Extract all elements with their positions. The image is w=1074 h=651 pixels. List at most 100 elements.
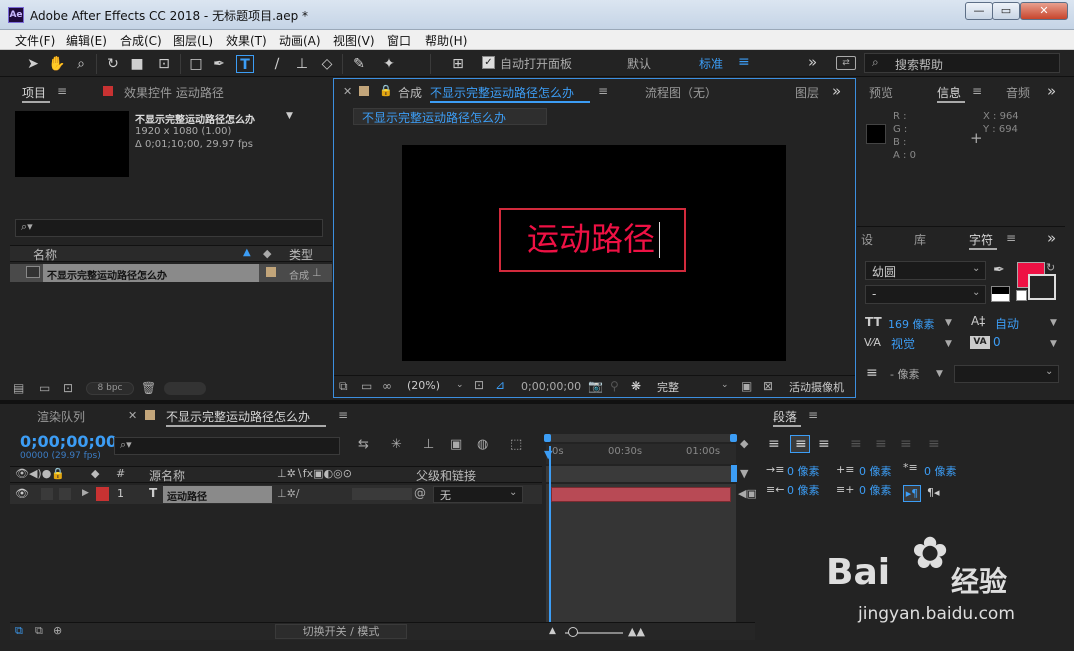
zoom-slider-thumb[interactable] bbox=[568, 627, 578, 637]
tab-character[interactable]: 字符 bbox=[969, 231, 993, 248]
current-time-indicator[interactable] bbox=[549, 446, 551, 639]
fast-preview-icon[interactable]: ▣ bbox=[741, 379, 752, 393]
stroke-width-value[interactable]: - 像素 bbox=[890, 366, 919, 382]
paragraph-panel-menu-icon[interactable]: ≡ bbox=[808, 408, 818, 422]
tracking-value[interactable]: 0 bbox=[993, 335, 1001, 349]
search-help-input[interactable] bbox=[864, 53, 1060, 73]
right-to-left-direction-icon[interactable]: ¶◂ bbox=[927, 486, 940, 499]
comp-tab-prefix[interactable]: 合成 bbox=[398, 84, 422, 101]
comp-tab-name[interactable]: 不显示完整运动路径怎么办 bbox=[430, 84, 574, 101]
project-scrollbar[interactable] bbox=[164, 382, 206, 395]
audio-toggle[interactable] bbox=[41, 488, 53, 500]
leading-value[interactable]: 自动 bbox=[995, 315, 1019, 332]
indent-left-value[interactable]: 0 像素 bbox=[787, 463, 820, 479]
selection-tool-icon[interactable]: ➤ bbox=[24, 55, 42, 73]
layer-duration-bar[interactable] bbox=[551, 487, 731, 502]
comp-dropdown-arrow-icon[interactable]: ▼ bbox=[286, 111, 293, 121]
monitor-icon[interactable]: ▭ bbox=[361, 379, 372, 393]
menu-edit[interactable]: 编辑(E) bbox=[66, 32, 107, 49]
pick-whip-icon[interactable]: @ bbox=[414, 486, 426, 500]
timeline-graph-area[interactable] bbox=[546, 484, 736, 639]
camera-tool-icon[interactable]: ■ bbox=[128, 55, 146, 73]
black-white-swatch[interactable] bbox=[991, 286, 1010, 302]
pan-behind-tool-icon[interactable]: ⊡ bbox=[155, 55, 173, 73]
character-more-tabs-icon[interactable]: » bbox=[1047, 229, 1056, 247]
resolution-dropdown-icon[interactable]: ⌄ bbox=[721, 380, 729, 390]
label-column-icon[interactable]: ◆ bbox=[263, 247, 271, 260]
transfer-controls-pane-icon[interactable]: ⧉ bbox=[35, 624, 43, 638]
menu-effect[interactable]: 效果(T) bbox=[226, 32, 267, 49]
pen-tool-icon[interactable]: ✒ bbox=[210, 55, 228, 73]
tab-info[interactable]: 信息 bbox=[937, 84, 961, 101]
rectangle-tool-icon[interactable]: □ bbox=[187, 55, 205, 73]
kerning-value[interactable]: 视觉 bbox=[891, 335, 915, 352]
graph-editor-icon[interactable]: ⬚ bbox=[510, 437, 522, 452]
navigator-start-handle[interactable] bbox=[544, 434, 551, 442]
space-before-value[interactable]: 0 像素 bbox=[859, 463, 892, 479]
close-comp-tab-icon[interactable]: ✕ bbox=[343, 85, 352, 98]
workspace-more-icon[interactable]: » bbox=[808, 53, 817, 71]
menu-layer[interactable]: 图层(L) bbox=[173, 32, 213, 49]
canvas-text[interactable]: 运动路径 bbox=[527, 219, 655, 259]
eyedropper-icon[interactable]: ✒ bbox=[993, 262, 1005, 278]
draft-3d-icon[interactable]: ✳ bbox=[391, 437, 402, 452]
info-panel-menu-icon[interactable]: ≡ bbox=[972, 84, 982, 98]
tab-flowchart[interactable]: 流程图（无） bbox=[645, 84, 717, 101]
tab-render-queue[interactable]: 渲染队列 bbox=[37, 408, 85, 425]
stroke-color-swatch[interactable] bbox=[1028, 274, 1056, 300]
lock-toggle[interactable] bbox=[59, 488, 71, 500]
hide-shy-layers-icon[interactable]: ⊥ bbox=[423, 437, 434, 452]
layer-marker-icon[interactable]: ◀▣ bbox=[738, 487, 757, 500]
col-type-header[interactable]: 类型 bbox=[289, 246, 313, 263]
layer-switches-pane-icon[interactable]: ⧉ bbox=[15, 624, 23, 638]
sort-ascending-icon[interactable]: ▲ bbox=[243, 247, 251, 258]
eraser-tool-icon[interactable]: ◇ bbox=[318, 55, 336, 73]
tab-project[interactable]: 项目 bbox=[22, 84, 46, 101]
stroke-width-dropdown-icon[interactable]: ▼ bbox=[936, 369, 943, 379]
tab-libraries[interactable]: 库 bbox=[914, 231, 926, 248]
leading-dropdown-icon[interactable]: ▼ bbox=[1050, 318, 1057, 328]
roto-brush-tool-icon[interactable]: ✎ bbox=[350, 55, 368, 73]
workspace-standard[interactable]: 标准 bbox=[699, 55, 723, 72]
close-timeline-tab-icon[interactable]: ✕ bbox=[128, 409, 137, 422]
zoom-in-icon[interactable]: ▲▲ bbox=[628, 625, 645, 638]
col-name-header[interactable]: 名称 bbox=[33, 246, 57, 263]
region-of-interest-icon[interactable]: ⊡ bbox=[474, 378, 484, 392]
first-line-indent-value[interactable]: 0 像素 bbox=[924, 463, 957, 479]
work-area-navigator[interactable] bbox=[544, 434, 736, 442]
maximize-button[interactable]: ▭ bbox=[992, 2, 1020, 20]
minimize-button[interactable]: — bbox=[965, 2, 993, 20]
clone-stamp-tool-icon[interactable]: ⊥ bbox=[293, 55, 311, 73]
auto-open-checkbox[interactable]: ✓ bbox=[482, 56, 495, 69]
item-label-color[interactable] bbox=[266, 267, 276, 277]
motion-blur-icon[interactable]: ◍ bbox=[477, 437, 488, 452]
col-source-name-header[interactable]: 源名称 bbox=[149, 467, 185, 484]
toggle-transparency-grid-icon[interactable]: ⊿ bbox=[495, 378, 505, 392]
color-channels-icon[interactable]: ❋ bbox=[631, 379, 641, 393]
stroke-type-select[interactable] bbox=[954, 365, 1059, 383]
col-parent-header[interactable]: 父级和链接 bbox=[416, 467, 476, 484]
layer-name[interactable]: 运动路径 bbox=[167, 488, 207, 503]
type-tool-icon[interactable]: T bbox=[236, 55, 254, 73]
font-style-select[interactable] bbox=[865, 285, 986, 304]
comp-navigator-label[interactable]: 不显示完整运动路径怎么办 bbox=[362, 109, 506, 126]
hand-tool-icon[interactable]: ✋ bbox=[48, 55, 66, 73]
comp-more-tabs-icon[interactable]: » bbox=[832, 82, 841, 100]
navigator-end-handle[interactable] bbox=[730, 434, 737, 442]
toggle-grid-icon[interactable]: ⊠ bbox=[763, 379, 773, 393]
visibility-eye-icon[interactable]: 👁 bbox=[15, 487, 29, 500]
zoom-out-icon[interactable]: ▲ bbox=[549, 626, 556, 636]
comp-panel-menu-icon[interactable]: ≡ bbox=[598, 84, 608, 98]
project-panel-menu-icon[interactable]: ≡ bbox=[57, 84, 67, 98]
tab-preview[interactable]: 预览 bbox=[869, 84, 893, 101]
parent-dropdown-icon[interactable]: ⌄ bbox=[509, 487, 517, 498]
menu-composition[interactable]: 合成(C) bbox=[120, 32, 162, 49]
active-camera-select[interactable]: 活动摄像机 bbox=[789, 379, 844, 395]
zoom-dropdown-icon[interactable]: ⌄ bbox=[456, 380, 464, 390]
expand-layer-icon[interactable]: ▶ bbox=[82, 488, 89, 498]
delete-icon[interactable]: 🗑 bbox=[141, 381, 156, 395]
tab-audio[interactable]: 音频 bbox=[1006, 84, 1030, 101]
in-out-pane-icon[interactable]: ⊕ bbox=[53, 624, 62, 637]
workspace-menu-icon[interactable]: ≡ bbox=[738, 54, 750, 70]
sync-settings-icon[interactable]: ⇄ bbox=[836, 56, 856, 70]
